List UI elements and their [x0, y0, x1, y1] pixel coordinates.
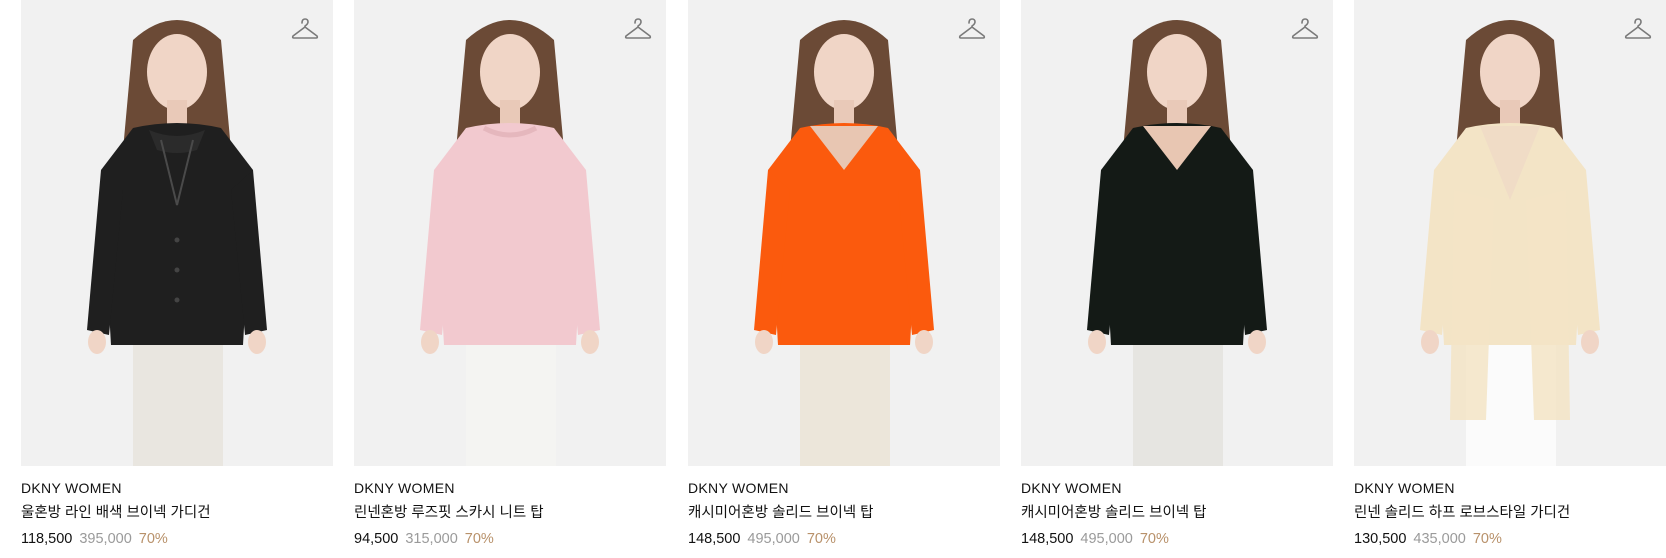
product-name[interactable]: 울혼방 라인 배색 브이넥 가디건: [21, 502, 333, 524]
model-illustration: [754, 20, 934, 466]
hanger-icon[interactable]: [624, 16, 652, 42]
sale-price: 118,500: [21, 531, 73, 547]
model-illustration: [1420, 20, 1600, 466]
product-grid: DKNY WOMEN 울혼방 라인 배색 브이넥 가디건 118,500 395,…: [0, 0, 1666, 558]
sale-price: 130,500: [1354, 531, 1407, 547]
model-illustration: [420, 20, 600, 466]
product-brand: DKNY WOMEN: [354, 480, 455, 496]
product-image[interactable]: [688, 0, 1000, 466]
price-row: 148,500 495,000 70%: [688, 527, 1000, 551]
hanger-icon[interactable]: [1624, 16, 1652, 42]
product-brand: DKNY WOMEN: [688, 480, 789, 496]
product-info: DKNY WOMEN 캐시미어혼방 솔리드 브이넥 탑 148,500 495,0…: [688, 466, 1000, 551]
product-card[interactable]: DKNY WOMEN 캐시미어혼방 솔리드 브이넥 탑 148,500 495,0…: [1021, 0, 1333, 558]
original-price: 395,000: [79, 531, 132, 547]
product-info: DKNY WOMEN 울혼방 라인 배색 브이넥 가디건 118,500 395,…: [21, 466, 333, 551]
sale-price: 94,500: [354, 531, 399, 547]
product-brand: DKNY WOMEN: [1021, 480, 1122, 496]
original-price: 435,000: [1413, 531, 1466, 547]
product-image[interactable]: [21, 0, 333, 466]
original-price: 495,000: [747, 531, 800, 547]
product-card[interactable]: DKNY WOMEN 캐시미어혼방 솔리드 브이넥 탑 148,500 495,0…: [688, 0, 1000, 558]
discount-rate: 70%: [138, 531, 168, 547]
product-card[interactable]: DKNY WOMEN 린넨혼방 루즈핏 스카시 니트 탑 94,500 315,0…: [354, 0, 666, 558]
price-row: 118,500 395,000 70%: [21, 527, 333, 551]
product-name[interactable]: 캐시미어혼방 솔리드 브이넥 탑: [1021, 502, 1333, 524]
model-illustration: [87, 20, 267, 466]
product-image[interactable]: [1354, 0, 1666, 466]
original-price: 315,000: [405, 531, 458, 547]
sale-price: 148,500: [688, 531, 741, 547]
original-price: 495,000: [1080, 531, 1133, 547]
product-info: DKNY WOMEN 캐시미어혼방 솔리드 브이넥 탑 148,500 495,0…: [1021, 466, 1333, 551]
hanger-icon[interactable]: [291, 16, 319, 42]
product-name[interactable]: 캐시미어혼방 솔리드 브이넥 탑: [688, 502, 1000, 524]
hanger-icon[interactable]: [958, 16, 986, 42]
product-card[interactable]: DKNY WOMEN 린넨 솔리드 하프 로브스타일 가디건 130,500 43…: [1354, 0, 1666, 558]
price-row: 130,500 435,000 70%: [1354, 527, 1666, 551]
product-brand: DKNY WOMEN: [1354, 480, 1455, 496]
discount-rate: 70%: [1472, 531, 1502, 547]
hanger-icon[interactable]: [1291, 16, 1319, 42]
product-image[interactable]: [354, 0, 666, 466]
product-name[interactable]: 린넨혼방 루즈핏 스카시 니트 탑: [354, 502, 666, 524]
price-row: 94,500 315,000 70%: [354, 527, 666, 551]
model-illustration: [1087, 20, 1267, 466]
product-info: DKNY WOMEN 린넨 솔리드 하프 로브스타일 가디건 130,500 43…: [1354, 466, 1666, 551]
price-row: 148,500 495,000 70%: [1021, 527, 1333, 551]
product-card[interactable]: DKNY WOMEN 울혼방 라인 배색 브이넥 가디건 118,500 395,…: [21, 0, 333, 558]
product-name[interactable]: 린넨 솔리드 하프 로브스타일 가디건: [1354, 502, 1666, 524]
discount-rate: 70%: [1139, 531, 1169, 547]
sale-price: 148,500: [1021, 531, 1074, 547]
product-info: DKNY WOMEN 린넨혼방 루즈핏 스카시 니트 탑 94,500 315,0…: [354, 466, 666, 551]
product-brand: DKNY WOMEN: [21, 480, 122, 496]
product-image[interactable]: [1021, 0, 1333, 466]
discount-rate: 70%: [464, 531, 494, 547]
discount-rate: 70%: [806, 531, 836, 547]
